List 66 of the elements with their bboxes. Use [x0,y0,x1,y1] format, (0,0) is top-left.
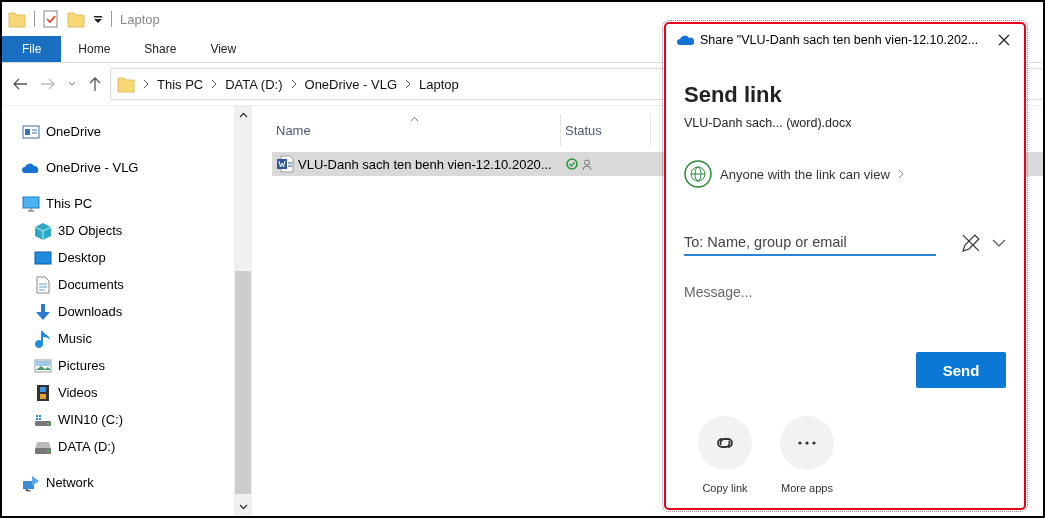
network-icon [22,473,40,492]
more-icon [798,441,816,445]
ribbon-tab[interactable]: View [193,36,254,62]
dialog-title: Share "VLU-Danh sach ten benh vien-12.10.202... [700,33,980,47]
ribbon-tab[interactable]: File [2,36,62,62]
folder-icon [117,75,135,93]
sidebar-item[interactable]: Desktop [58,250,106,265]
up-icon[interactable] [88,76,102,92]
chevron-right-icon [897,169,904,179]
sort-caret-icon [410,116,419,122]
synced-check-icon [566,158,578,170]
dropdown-icon[interactable] [93,14,103,24]
person-icon [582,158,592,170]
chevron-down-icon[interactable] [68,81,76,87]
music-note-icon [34,329,52,348]
sidebar-item[interactable]: DATA (D:) [58,439,116,454]
action-label: More apps [781,482,833,494]
cloud-icon [676,34,694,46]
window-title: Laptop [120,11,160,27]
document-icon [34,275,52,294]
permission-link[interactable]: Anyone with the link can view [684,160,904,188]
ribbon-tab[interactable]: Home [61,36,128,62]
sidebar-item[interactable]: OneDrive [46,124,101,139]
close-button[interactable] [996,32,1012,48]
ribbon-tab[interactable]: Share [127,36,194,62]
file-name: VLU-Danh sach ten benh vien-12.10.2020... [298,156,552,172]
breadcrumb-item[interactable]: This PC [157,76,204,92]
breadcrumb-item[interactable]: Laptop [419,76,459,92]
breadcrumb-item[interactable]: DATA (D:) [225,76,283,92]
close-icon [996,32,1012,48]
sidebar-item[interactable]: Documents [58,277,124,292]
scroll-down-icon[interactable] [238,504,248,510]
column-header[interactable]: Name [272,114,561,146]
sidebar-item[interactable]: Music [58,331,92,346]
sidebar-item[interactable]: This PC [46,196,93,211]
dialog-heading: Send link [684,82,783,108]
scrollbar[interactable] [234,106,252,516]
sidebar-item[interactable]: OneDrive - VLG [46,160,139,175]
monitor-icon [34,248,52,267]
back-icon[interactable] [12,77,28,91]
picture-icon [34,356,52,375]
chevron-down-icon[interactable] [992,239,1006,247]
send-button[interactable]: Send [916,352,1006,388]
film-icon [34,383,52,402]
card-icon [22,122,40,141]
chevron-right-icon [211,79,218,89]
computer-icon [22,194,40,213]
sidebar-item[interactable]: Network [46,475,94,490]
chevron-right-icon [143,79,149,89]
action-label: Copy link [702,482,748,494]
download-icon [34,302,52,321]
sidebar-item[interactable]: WIN10 (C:) [58,412,123,427]
chevron-right-icon [405,79,411,89]
chevron-right-icon [290,79,297,89]
sidebar-item[interactable]: Pictures [58,358,105,373]
word-document-icon [276,155,294,173]
cube-icon [34,221,52,240]
sidebar-item[interactable]: Downloads [58,304,123,319]
globe-icon [684,160,712,188]
file-name: VLU-Danh sach... (word).docx [684,116,853,130]
scroll-up-icon[interactable] [238,112,248,118]
breadcrumb-item[interactable]: OneDrive - VLG [304,76,397,92]
sidebar-item[interactable]: 3D Objects [58,223,123,238]
column-header[interactable]: Status [561,114,651,146]
sidebar-item[interactable]: Videos [58,385,98,400]
checklist-icon[interactable] [43,10,59,28]
